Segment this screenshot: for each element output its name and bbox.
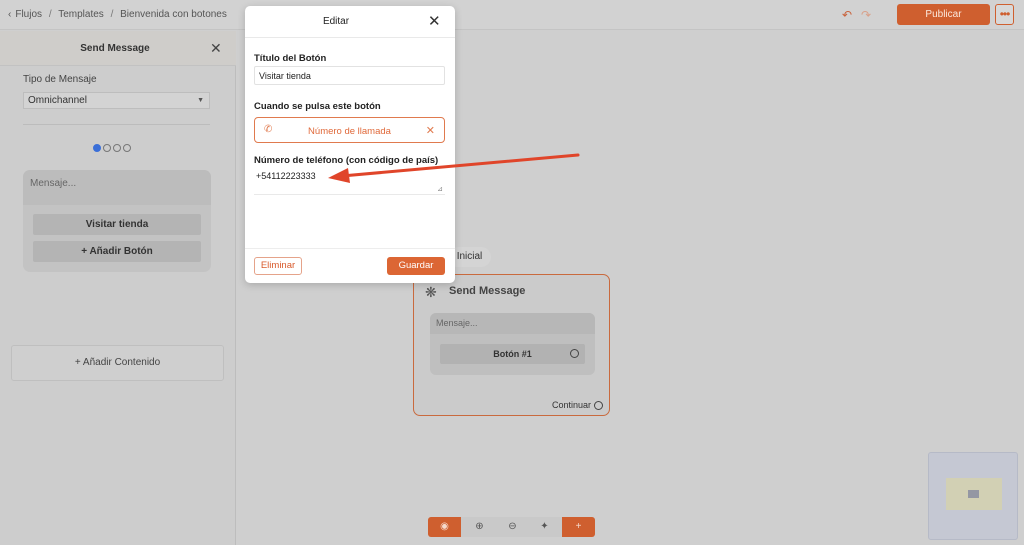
- modal-header: Editar ✕: [245, 6, 455, 38]
- clear-action-icon[interactable]: ✕: [426, 124, 435, 137]
- publish-button[interactable]: Publicar: [897, 4, 990, 25]
- close-icon[interactable]: ✕: [428, 12, 441, 30]
- node-message-card: Mensaje... Botón #1: [430, 313, 595, 375]
- button-title-input[interactable]: Visitar tienda: [254, 66, 445, 85]
- add-content-button[interactable]: + Añadir Contenido: [11, 345, 224, 381]
- eye-icon[interactable]: ◉: [428, 517, 461, 537]
- top-bar: ‹ Flujos / Templates / Bienvenida con bot…: [0, 0, 1024, 30]
- minimap-node: [968, 490, 979, 498]
- breadcrumb-separator: /: [110, 9, 114, 20]
- minimap[interactable]: [928, 452, 1018, 540]
- canvas-toolbar: ◉ ⊕ ⊖ ✦ +: [428, 517, 595, 537]
- modal-title: Editar: [322, 16, 350, 27]
- message-type-value: Omnichannel: [28, 95, 87, 106]
- connector-handle[interactable]: [570, 349, 579, 358]
- divider: [23, 124, 210, 125]
- delete-button[interactable]: Eliminar: [254, 257, 302, 275]
- add-button-button[interactable]: + Añadir Botón: [33, 241, 201, 262]
- channel-icons: [93, 142, 133, 152]
- resize-handle-icon[interactable]: ⊿: [437, 185, 443, 193]
- breadcrumb-templates[interactable]: Templates: [58, 9, 104, 20]
- whatsapp-icon: [103, 143, 111, 152]
- panel-title: Send Message: [80, 43, 150, 54]
- button-title-label: Título del Botón: [254, 53, 327, 64]
- breadcrumb-flujos[interactable]: Flujos: [15, 9, 42, 20]
- zoom-in-icon[interactable]: ⊕: [463, 517, 496, 537]
- node-title: Send Message: [449, 285, 526, 297]
- divider: [245, 248, 455, 249]
- node-button[interactable]: Botón #1: [440, 344, 585, 364]
- close-icon[interactable]: ✕: [210, 40, 222, 57]
- arrow-shaft: [340, 153, 580, 178]
- message-type-label: Tipo de Mensaje: [23, 74, 97, 85]
- breadcrumb-current: Bienvenida con botones: [120, 9, 227, 20]
- node-message-text: Mensaje...: [430, 313, 595, 334]
- more-options-button[interactable]: •••: [995, 4, 1014, 25]
- action-label: Número de llamada: [308, 126, 391, 137]
- save-button[interactable]: Guardar: [387, 257, 445, 275]
- openai-icon: ❋: [425, 284, 437, 300]
- edit-button-modal: Editar ✕ Título del Botón Visitar tienda…: [245, 6, 455, 283]
- message-card: Mensaje... Visitar tienda + Añadir Botón: [23, 170, 211, 272]
- continue-output[interactable]: Continuar: [551, 400, 603, 411]
- undo-icon[interactable]: ↶: [842, 8, 852, 22]
- phone-number-value: +54112223333: [256, 171, 316, 181]
- chevron-down-icon: ▼: [197, 97, 204, 104]
- minimap-viewport[interactable]: [946, 478, 1002, 510]
- chat-icon: [123, 143, 131, 152]
- send-message-node[interactable]: ❋ Send Message Mensaje... Botón #1 Conti…: [413, 274, 610, 416]
- back-chevron-icon[interactable]: ‹: [8, 9, 11, 20]
- arrow-head: [328, 168, 350, 183]
- visit-store-button[interactable]: Visitar tienda: [33, 214, 201, 235]
- message-input[interactable]: Mensaje...: [23, 170, 211, 205]
- send-message-panel: Send Message ✕ Tipo de Mensaje Omnichann…: [0, 31, 236, 545]
- annotation-arrow: [328, 153, 580, 183]
- magic-icon[interactable]: ✦: [528, 517, 561, 537]
- plus-icon[interactable]: +: [562, 517, 595, 537]
- continue-label: Continuar: [551, 400, 591, 410]
- node-button-label: Botón #1: [493, 349, 532, 359]
- panel-header: Send Message ✕: [0, 31, 236, 66]
- action-selector[interactable]: ✆ Número de llamada ✕: [254, 117, 445, 143]
- when-pressed-label: Cuando se pulsa este botón: [254, 101, 381, 112]
- messenger-icon: [93, 143, 101, 152]
- message-type-select[interactable]: Omnichannel ▼: [23, 92, 210, 109]
- connector-handle[interactable]: [594, 401, 603, 411]
- breadcrumb: ‹ Flujos / Templates / Bienvenida con bot…: [8, 9, 231, 20]
- breadcrumb-separator: /: [48, 9, 52, 20]
- instagram-icon: [113, 143, 121, 152]
- redo-icon[interactable]: ↷: [861, 8, 871, 22]
- zoom-out-icon[interactable]: ⊖: [496, 517, 529, 537]
